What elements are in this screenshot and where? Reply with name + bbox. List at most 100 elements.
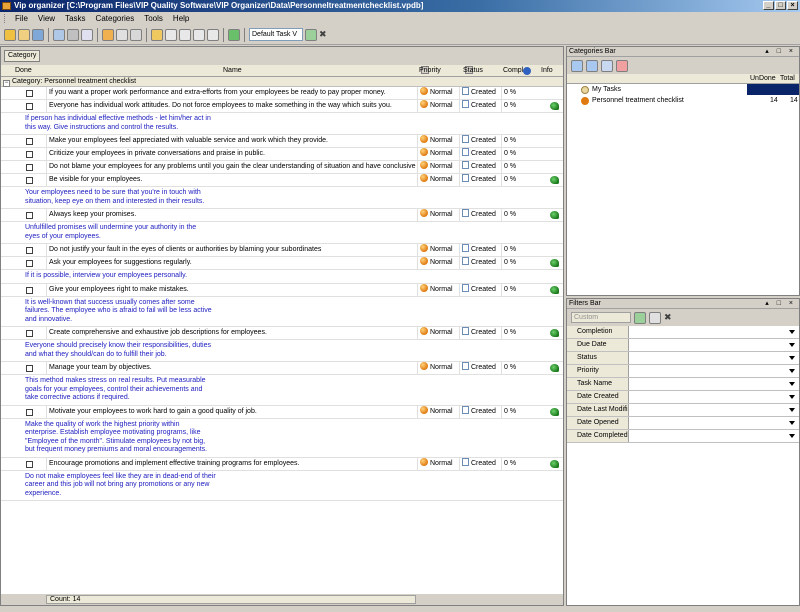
menu-file[interactable]: File	[10, 12, 33, 25]
filter-row[interactable]: Date Opened	[567, 417, 799, 430]
col-done[interactable]: Done	[15, 65, 32, 76]
task-status[interactable]: Created	[459, 135, 499, 147]
task-status[interactable]: Created	[459, 148, 499, 160]
done-checkbox[interactable]	[26, 460, 33, 468]
delete-category-icon[interactable]	[616, 59, 628, 72]
category-item-my-tasks[interactable]: My Tasks	[567, 84, 799, 95]
done-checkbox[interactable]	[26, 151, 33, 158]
filter-row[interactable]: Task Name	[567, 378, 799, 391]
chevron-down-icon[interactable]	[789, 330, 795, 334]
clear-filter-icon[interactable]	[649, 311, 661, 324]
task-completion[interactable]: 0 %	[501, 209, 523, 221]
maximize-button[interactable]: □	[775, 1, 786, 10]
page-setup-icon[interactable]	[81, 28, 93, 41]
task-status[interactable]: Created	[459, 100, 499, 112]
properties-icon[interactable]	[130, 28, 142, 41]
new-item-icon[interactable]	[18, 28, 30, 41]
task-completion[interactable]: 0 %	[501, 257, 523, 269]
done-checkbox[interactable]	[26, 247, 33, 254]
task-status[interactable]: Created	[459, 362, 499, 374]
task-row[interactable]: Make your employees feel appreciated wit…	[1, 135, 563, 148]
task-status[interactable]: Created	[459, 161, 499, 173]
task-priority[interactable]: Normal	[417, 174, 457, 186]
categories-bar-controls[interactable]: ▴ □ ×	[765, 47, 796, 57]
filter-preset-select[interactable]: Custom	[571, 312, 631, 323]
paste-icon[interactable]	[193, 28, 205, 41]
col-priority[interactable]: Priority	[419, 65, 441, 76]
menu-help[interactable]: Help	[168, 12, 194, 25]
info-note-icon[interactable]	[550, 259, 559, 267]
filters-bar-controls[interactable]: ▴ □ ×	[765, 299, 796, 309]
new-task-icon[interactable]	[4, 28, 16, 41]
task-priority[interactable]: Normal	[417, 87, 457, 99]
filter-row[interactable]: Completion	[567, 326, 799, 339]
apply-filter-icon[interactable]	[634, 311, 646, 324]
task-completion[interactable]: 0 %	[501, 283, 523, 296]
task-row[interactable]: Create comprehensive and exhaustive job …	[1, 327, 563, 340]
print-icon[interactable]	[67, 28, 79, 41]
task-status[interactable]: Created	[459, 244, 499, 256]
task-priority[interactable]: Normal	[417, 362, 457, 374]
task-row[interactable]: Criticize your employees in private conv…	[1, 148, 563, 161]
done-checkbox[interactable]	[26, 138, 33, 145]
done-checkbox[interactable]	[26, 212, 33, 219]
task-row[interactable]: Do not justify your fault in the eyes of…	[1, 244, 563, 257]
task-priority[interactable]: Normal	[417, 209, 457, 221]
apply-view-icon[interactable]	[305, 28, 317, 41]
task-status[interactable]: Created	[459, 327, 499, 339]
menu-categories[interactable]: Categories	[91, 12, 140, 25]
filter-row[interactable]: Status	[567, 352, 799, 365]
edit-category-icon[interactable]	[601, 59, 613, 72]
filter-row[interactable]: Date Created	[567, 391, 799, 404]
task-priority[interactable]: Normal	[417, 405, 457, 418]
done-checkbox[interactable]	[26, 177, 33, 184]
flag-icon[interactable]	[228, 28, 240, 41]
col-compl[interactable]: Compl	[503, 65, 523, 76]
task-priority[interactable]: Normal	[417, 244, 457, 256]
task-completion[interactable]: 0 %	[501, 405, 523, 418]
new-category-icon[interactable]	[102, 28, 114, 41]
task-status[interactable]: Created	[459, 283, 499, 296]
done-checkbox[interactable]	[26, 103, 33, 110]
task-row[interactable]: Manage your team by objectives. Normal Cre…	[1, 362, 563, 375]
menu-tools[interactable]: Tools	[139, 12, 168, 25]
task-completion[interactable]: 0 %	[501, 100, 523, 112]
undo-icon[interactable]	[207, 28, 219, 41]
task-completion[interactable]: 0 %	[501, 174, 523, 186]
info-note-icon[interactable]	[550, 407, 559, 416]
save-icon[interactable]	[32, 28, 44, 41]
task-status[interactable]: Created	[459, 87, 499, 99]
print-preview-icon[interactable]	[53, 28, 65, 41]
copy-icon[interactable]	[179, 28, 191, 41]
task-completion[interactable]: 0 %	[501, 327, 523, 339]
chevron-down-icon[interactable]	[789, 421, 795, 425]
task-row[interactable]: Everyone has individual work attitudes. …	[1, 100, 563, 113]
menu-grip[interactable]	[4, 14, 7, 23]
task-status[interactable]: Created	[459, 209, 499, 221]
delete-filter-icon[interactable]: ✖	[664, 312, 672, 323]
menu-view[interactable]: View	[33, 12, 60, 25]
task-completion[interactable]: 0 %	[501, 135, 523, 147]
delete-view-icon[interactable]: ✖	[319, 29, 327, 40]
menu-tasks[interactable]: Tasks	[60, 12, 90, 25]
task-completion[interactable]: 0 %	[501, 244, 523, 256]
done-checkbox[interactable]	[26, 365, 33, 372]
chevron-down-icon[interactable]	[789, 395, 795, 399]
collapse-icon[interactable]: −	[3, 80, 10, 87]
chevron-down-icon[interactable]	[789, 434, 795, 438]
done-checkbox[interactable]	[26, 286, 33, 294]
task-priority[interactable]: Normal	[417, 283, 457, 296]
chevron-down-icon[interactable]	[789, 382, 795, 386]
task-priority[interactable]: Normal	[417, 327, 457, 339]
info-note-icon[interactable]	[550, 329, 559, 337]
info-note-icon[interactable]	[550, 285, 559, 294]
task-status[interactable]: Created	[459, 405, 499, 418]
category-group-row[interactable]: − Category: Personnel treatment checklist	[1, 77, 563, 87]
edit-icon[interactable]	[116, 28, 128, 41]
info-note-icon[interactable]	[550, 459, 559, 468]
done-checkbox[interactable]	[26, 260, 33, 267]
done-checkbox[interactable]	[26, 408, 33, 416]
col-name[interactable]: Name	[223, 65, 242, 76]
task-priority[interactable]: Normal	[417, 135, 457, 147]
find-icon[interactable]	[151, 28, 163, 41]
